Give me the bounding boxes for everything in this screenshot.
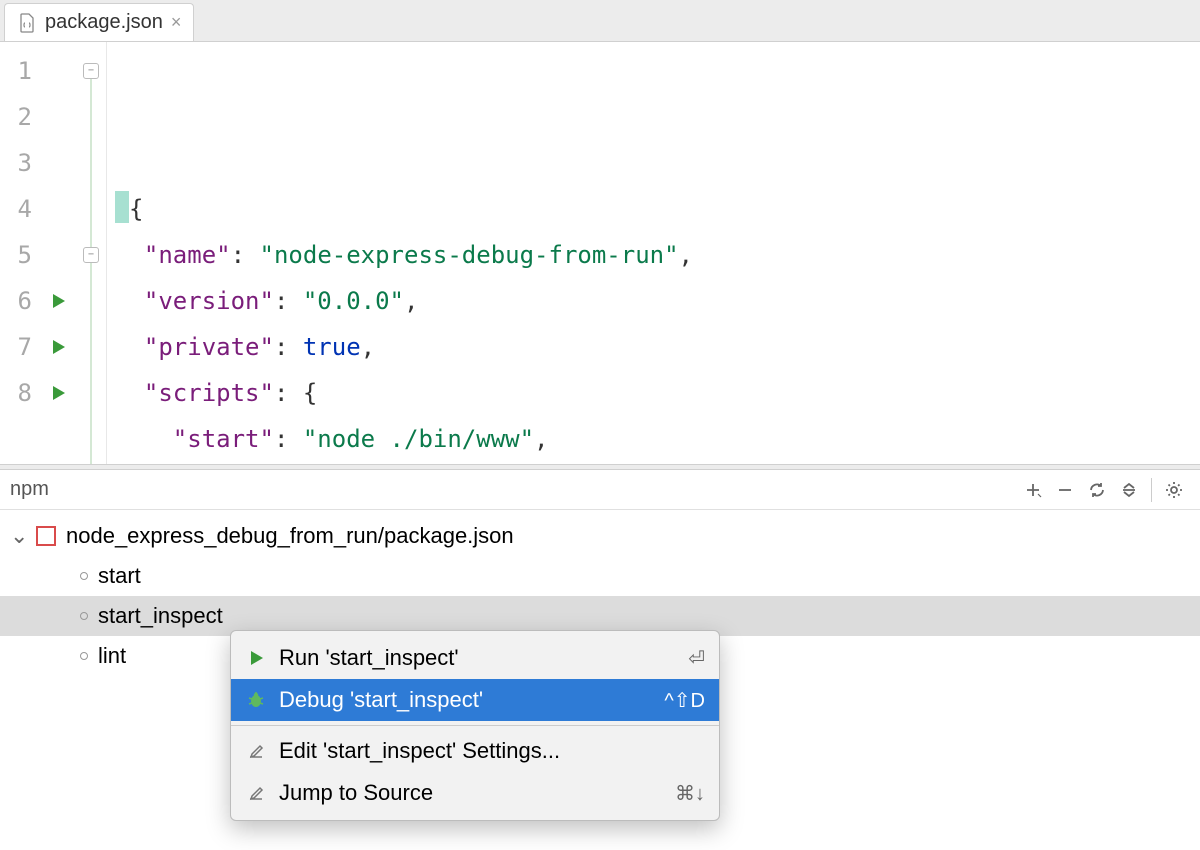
menu-item-label: Debug 'start_inspect' — [279, 687, 652, 713]
menu-item-shortcut: ⏎ — [688, 646, 705, 671]
bullet-icon — [80, 652, 88, 660]
npm-toolbar: npm — [0, 470, 1200, 510]
code-editor[interactable]: 12345678 −− { "name": "node-express-debu… — [0, 42, 1200, 464]
menu-item[interactable]: Edit 'start_inspect' Settings... — [231, 730, 719, 772]
line-number: 6 — [0, 278, 32, 324]
code-line[interactable]: "start": "node ./bin/www", — [115, 416, 1200, 462]
run-gutter-empty — [40, 94, 76, 140]
bullet-icon — [80, 612, 88, 620]
run-gutter-empty — [40, 232, 76, 278]
run-gutter-icon[interactable] — [40, 324, 76, 370]
menu-item[interactable]: Debug 'start_inspect' ^⇧D — [231, 679, 719, 721]
code-area[interactable]: { "name": "node-express-debug-from-run",… — [107, 42, 1200, 464]
npm-tool-window: npm ⌄ node_express_debug_from_run/packag… — [0, 470, 1200, 850]
tab-filename: package.json — [45, 11, 163, 34]
npm-root-label: node_express_debug_from_run/package.json — [66, 523, 514, 549]
play-icon — [245, 647, 267, 669]
json-file-icon — [17, 13, 37, 33]
refresh-button[interactable] — [1081, 474, 1113, 506]
run-gutter-empty — [40, 48, 76, 94]
fold-gutter-slot: − — [76, 48, 106, 94]
fold-gutter-slot: − — [76, 232, 106, 278]
context-menu: Run 'start_inspect' ⏎ Debug 'start_inspect… — [230, 630, 720, 821]
toolbar-divider — [1151, 478, 1152, 502]
menu-item-shortcut: ^⇧D — [664, 688, 705, 713]
code-line[interactable]: { — [115, 186, 1200, 232]
line-number: 4 — [0, 186, 32, 232]
menu-item-shortcut: ⌘↓ — [675, 781, 705, 806]
add-button[interactable] — [1017, 474, 1049, 506]
line-number-column: 12345678 — [0, 42, 40, 464]
line-number: 1 — [0, 48, 32, 94]
npm-tree-root[interactable]: ⌄ node_express_debug_from_run/package.js… — [0, 516, 1200, 556]
run-gutter-column — [40, 42, 76, 464]
line-number: 2 — [0, 94, 32, 140]
bullet-icon — [80, 572, 88, 580]
remove-button[interactable] — [1049, 474, 1081, 506]
npm-script-label: lint — [98, 643, 126, 669]
settings-button[interactable] — [1158, 474, 1190, 506]
run-gutter-icon[interactable] — [40, 278, 76, 324]
code-line[interactable]: "scripts": { — [115, 370, 1200, 416]
menu-item-label: Run 'start_inspect' — [279, 645, 676, 671]
chevron-down-icon: ⌄ — [10, 523, 26, 549]
fold-handle-icon[interactable]: − — [83, 247, 99, 263]
code-line[interactable]: "start_inspect": "node --inspect-brk ./b… — [115, 462, 1200, 464]
line-number: 5 — [0, 232, 32, 278]
editor-gutter: 12345678 −− — [0, 42, 107, 464]
line-number: 7 — [0, 324, 32, 370]
fold-handle-icon[interactable]: − — [83, 63, 99, 79]
npm-panel-title: npm — [10, 478, 49, 501]
menu-divider — [231, 725, 719, 726]
pencil-icon — [245, 740, 267, 762]
run-gutter-icon[interactable] — [40, 370, 76, 416]
collapse-all-button[interactable] — [1113, 474, 1145, 506]
code-line[interactable]: "private": true, — [115, 324, 1200, 370]
pencil-icon — [245, 782, 267, 804]
run-gutter-empty — [40, 140, 76, 186]
menu-item-label: Edit 'start_inspect' Settings... — [279, 738, 693, 764]
npm-scripts-tree: ⌄ node_express_debug_from_run/package.js… — [0, 510, 1200, 850]
menu-item[interactable]: Jump to Source ⌘↓ — [231, 772, 719, 814]
run-gutter-empty — [40, 186, 76, 232]
bug-icon — [245, 689, 267, 711]
npm-script-label: start — [98, 563, 141, 589]
editor-tab-bar: package.json × — [0, 0, 1200, 42]
fold-gutter-column: −− — [76, 42, 106, 464]
code-line[interactable]: "name": "node-express-debug-from-run", — [115, 232, 1200, 278]
npm-script-label: start_inspect — [98, 603, 223, 629]
menu-item-label: Jump to Source — [279, 780, 663, 806]
line-number: 8 — [0, 370, 32, 416]
menu-item[interactable]: Run 'start_inspect' ⏎ — [231, 637, 719, 679]
npm-icon — [36, 526, 56, 546]
npm-script-item[interactable]: start — [0, 556, 1200, 596]
line-number: 3 — [0, 140, 32, 186]
current-line-highlight — [107, 48, 1200, 94]
close-tab-icon[interactable]: × — [171, 12, 182, 33]
file-tab[interactable]: package.json × — [4, 3, 194, 41]
code-line[interactable]: "version": "0.0.0", — [115, 278, 1200, 324]
